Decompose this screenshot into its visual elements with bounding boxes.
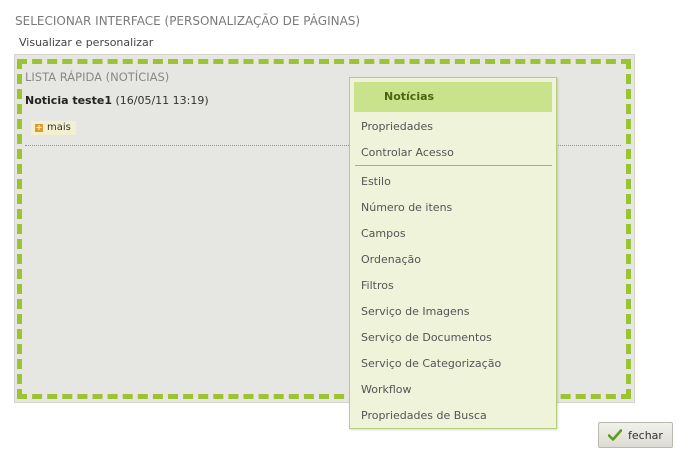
more-label: mais: [47, 122, 71, 133]
news-date: (16/05/11 13:19): [115, 94, 209, 107]
plus-icon: +: [35, 123, 43, 132]
menu-item-propriedades-de-busca[interactable]: Propriedades de Busca: [361, 409, 487, 422]
menu-item-ordenacao[interactable]: Ordenação: [361, 253, 421, 266]
menu-item-servico-de-documentos[interactable]: Serviço de Documentos: [361, 331, 492, 344]
menu-item-servico-de-categorizacao[interactable]: Serviço de Categorização: [361, 357, 501, 370]
context-menu: Notícias Propriedades Controlar Acesso E…: [349, 77, 557, 429]
news-title[interactable]: Noticia teste1: [25, 94, 112, 107]
close-button[interactable]: fechar: [598, 422, 673, 448]
menu-item-campos[interactable]: Campos: [361, 227, 406, 240]
check-icon: [608, 429, 622, 441]
news-item[interactable]: Noticia teste1 (16/05/11 13:19): [25, 94, 209, 107]
menu-item-workflow[interactable]: Workflow: [361, 383, 412, 396]
menu-item-filtros[interactable]: Filtros: [361, 279, 394, 292]
more-button[interactable]: + mais: [31, 121, 76, 135]
menu-separator: [355, 165, 552, 166]
widget-title: LISTA RÁPIDA (NOTÍCIAS): [25, 70, 170, 84]
menu-header: Notícias: [354, 82, 552, 112]
menu-item-servico-de-imagens[interactable]: Serviço de Imagens: [361, 305, 470, 318]
menu-item-controlar-acesso[interactable]: Controlar Acesso: [361, 146, 454, 159]
menu-item-estilo[interactable]: Estilo: [361, 175, 391, 188]
close-label: fechar: [628, 428, 663, 442]
page-subtitle: Visualizar e personalizar: [19, 36, 154, 49]
page-title: SELECIONAR INTERFACE (PERSONALIZAÇÃO DE …: [15, 14, 361, 28]
menu-item-numero-de-itens[interactable]: Número de itens: [361, 201, 452, 214]
menu-item-propriedades[interactable]: Propriedades: [361, 120, 433, 133]
